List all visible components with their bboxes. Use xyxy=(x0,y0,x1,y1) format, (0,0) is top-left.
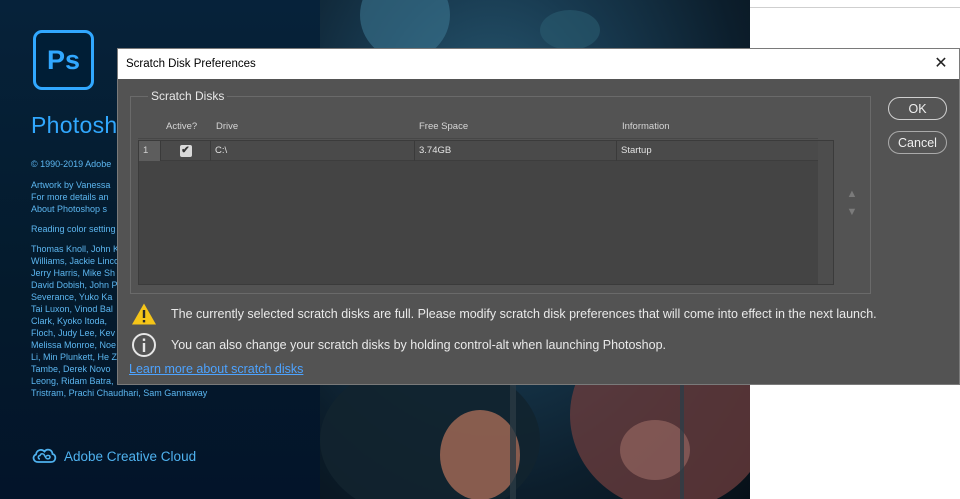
splash-artwork-line: About Photoshop s xyxy=(31,204,108,214)
info-icon xyxy=(131,332,157,358)
splash-copyright: © 1990-2019 Adobe xyxy=(31,159,112,169)
header-divider xyxy=(138,138,818,139)
credits-line: Tai Luxon, Vinod Bal xyxy=(31,304,113,314)
warning-icon xyxy=(131,301,157,327)
arrow-up-icon[interactable]: ▲ xyxy=(845,187,859,201)
active-checkbox[interactable]: ✔ xyxy=(179,145,192,157)
splash-artwork-line: Artwork by Vanessa xyxy=(31,180,111,190)
close-icon[interactable]: ✕ xyxy=(931,53,951,73)
row-index: 1 xyxy=(139,141,161,161)
drive-cell: C:\ xyxy=(211,141,415,161)
splash-loading-status: Reading color setting xyxy=(31,224,116,234)
free-space-cell: 3.74GB xyxy=(415,141,617,161)
creative-cloud-branding: Adobe Creative Cloud xyxy=(31,447,196,465)
table-row[interactable]: 1 ✔ C:\ 3.74GB Startup xyxy=(139,141,818,161)
credits-line: Thomas Knoll, John K xyxy=(31,244,120,254)
cancel-button[interactable]: Cancel xyxy=(888,131,947,154)
credits-line: Severance, Yuko Ka xyxy=(31,292,113,302)
info-message: You can also change your scratch disks b… xyxy=(131,332,666,358)
credits-line: Tambe, Derek Novo xyxy=(31,364,111,374)
credits-line: Williams, Jackie Linco xyxy=(31,256,120,266)
warning-text: The currently selected scratch disks are… xyxy=(171,307,877,321)
warning-message: The currently selected scratch disks are… xyxy=(131,301,877,327)
column-header-information[interactable]: Information xyxy=(622,121,670,132)
credits-line: Leong, Ridam Batra, xyxy=(31,376,114,386)
column-header-free-space[interactable]: Free Space xyxy=(419,121,468,132)
learn-more-link[interactable]: Learn more about scratch disks xyxy=(129,362,303,376)
ok-button[interactable]: OK xyxy=(888,97,947,120)
credits-line: David Dobish, John P xyxy=(31,280,118,290)
info-text: You can also change your scratch disks b… xyxy=(171,338,666,352)
table-header: Active? Drive Free Space Information xyxy=(138,110,834,140)
arrow-down-icon[interactable]: ▼ xyxy=(845,205,859,219)
list-scrollbar[interactable] xyxy=(818,141,833,284)
scratch-disks-group-label: Scratch Disks xyxy=(148,89,228,103)
checkmark-icon: ✔ xyxy=(181,145,190,156)
scratch-disk-list[interactable]: 1 ✔ C:\ 3.74GB Startup xyxy=(138,140,834,285)
information-cell: Startup xyxy=(621,145,652,156)
credits-line: Melissa Monroe, Noe xyxy=(31,340,117,350)
column-header-active[interactable]: Active? xyxy=(166,121,197,132)
creative-cloud-icon xyxy=(32,448,57,463)
credits-line: Clark, Kyoko Itoda, xyxy=(31,316,108,326)
dialog-titlebar[interactable]: Scratch Disk Preferences ✕ xyxy=(118,49,959,79)
background-divider xyxy=(750,7,960,8)
photoshop-logo: Ps xyxy=(33,30,94,90)
splash-artwork-line: For more details an xyxy=(31,192,109,202)
credits-line: Li, Min Plunkett, He Z xyxy=(31,352,118,362)
dialog-title: Scratch Disk Preferences xyxy=(126,58,256,70)
credits-line: Tristram, Prachi Chaudhari, Sam Gannaway xyxy=(31,388,208,398)
scratch-disk-preferences-dialog: Scratch Disk Preferences ✕ Scratch Disks… xyxy=(117,48,960,385)
column-header-drive[interactable]: Drive xyxy=(216,121,238,132)
active-cell: ✔ xyxy=(161,141,211,161)
credits-line: Jerry Harris, Mike Sh xyxy=(31,268,116,278)
creative-cloud-label: Adobe Creative Cloud xyxy=(64,448,197,464)
credits-line: Floch, Judy Lee, Kev xyxy=(31,328,116,338)
